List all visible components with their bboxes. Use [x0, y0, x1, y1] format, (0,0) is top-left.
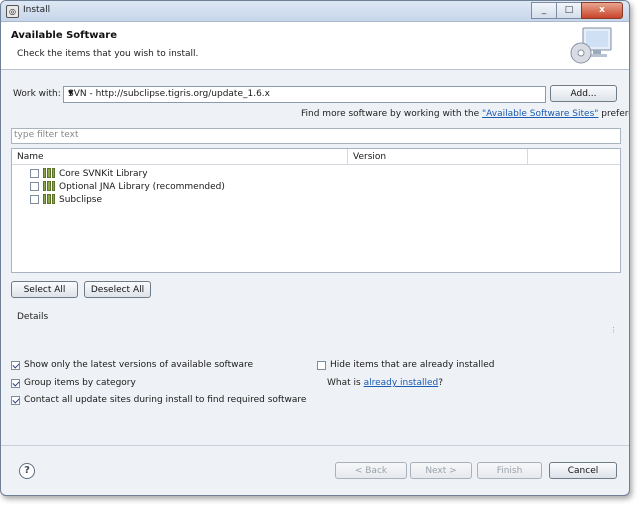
already-installed-link[interactable]: already installed — [364, 378, 439, 388]
add-site-button[interactable]: Add... — [550, 85, 617, 102]
minimize-button[interactable]: _ — [531, 2, 557, 19]
tree-item-label: Subclipse — [59, 194, 103, 205]
back-button[interactable]: < Back — [335, 462, 407, 479]
latest-only-checkbox[interactable] — [11, 360, 20, 370]
deselect-all-button[interactable]: Deselect All — [84, 281, 151, 298]
work-with-label: Work with: — [13, 89, 61, 99]
find-more-text: Find more software by working with the "… — [301, 109, 629, 119]
tree-item[interactable]: Optional JNA Library (recommended) — [30, 180, 225, 193]
work-with-combo[interactable]: SVN - http://subclipse.tigris.org/update… — [63, 86, 546, 103]
filter-input[interactable]: type filter text — [11, 128, 621, 144]
wizard-header: Available Software Check the items that … — [1, 22, 629, 70]
package-icon — [43, 168, 55, 178]
hide-installed-label: Hide items that are already installed — [330, 360, 495, 370]
latest-only-option[interactable]: Show only the latest versions of availab… — [11, 360, 253, 370]
install-window: ◎ Install _ □ x Available Software Check… — [0, 0, 630, 496]
group-by-category-option[interactable]: Group items by category — [11, 378, 136, 388]
maximize-button[interactable]: □ — [556, 2, 582, 19]
what-is-installed: What is already installed? — [327, 378, 443, 388]
available-software-sites-link[interactable]: "Available Software Sites" — [482, 109, 598, 119]
details-label: Details — [17, 312, 49, 322]
next-button[interactable]: Next > — [410, 462, 472, 479]
cancel-button[interactable]: Cancel — [549, 462, 617, 479]
hide-installed-checkbox[interactable] — [317, 360, 326, 370]
item-checkbox[interactable] — [30, 182, 39, 191]
what-is-prefix: What is — [327, 378, 364, 388]
find-more-prefix: Find more software by working with the — [301, 109, 483, 119]
package-icon — [43, 194, 55, 204]
tree-item-label: Core SVNKit Library — [59, 168, 148, 179]
title-bar: ◎ Install _ □ x — [1, 1, 629, 22]
what-is-suffix: ? — [438, 378, 444, 388]
filter-placeholder: type filter text — [14, 130, 79, 140]
hide-installed-option[interactable]: Hide items that are already installed — [317, 360, 494, 370]
tree-item[interactable]: Core SVNKit Library — [30, 167, 148, 180]
footer-divider — [1, 445, 629, 446]
window-controls: _ □ x — [531, 2, 623, 19]
column-name[interactable]: Name — [17, 152, 44, 162]
item-checkbox[interactable] — [30, 169, 39, 178]
window-title: Install — [23, 5, 51, 15]
computer-install-icon — [570, 27, 612, 64]
contact-sites-checkbox[interactable] — [11, 395, 20, 405]
page-subtitle: Check the items that you wish to install… — [17, 49, 199, 59]
latest-only-label: Show only the latest versions of availab… — [24, 360, 254, 370]
contact-sites-option[interactable]: Contact all update sites during install … — [11, 395, 306, 405]
details-area — [11, 306, 619, 352]
tree-item[interactable]: Subclipse — [30, 193, 102, 206]
tree-header: Name Version — [12, 149, 620, 165]
package-icon — [43, 181, 55, 191]
column-version[interactable]: Version — [353, 152, 386, 162]
chevron-down-icon[interactable]: ▼ — [68, 89, 542, 97]
group-by-category-label: Group items by category — [24, 378, 136, 388]
column-divider[interactable] — [347, 149, 348, 164]
item-checkbox[interactable] — [30, 195, 39, 204]
software-tree: Name Version Core SVNKit Library Optiona… — [11, 148, 621, 273]
eclipse-install-icon: ◎ — [6, 5, 19, 18]
page-title: Available Software — [11, 30, 118, 41]
contact-sites-label: Contact all update sites during install … — [24, 395, 307, 405]
close-button[interactable]: x — [581, 2, 623, 19]
column-divider[interactable] — [527, 149, 528, 164]
select-all-button[interactable]: Select All — [11, 281, 78, 298]
tree-item-label: Optional JNA Library (recommended) — [59, 181, 225, 192]
group-by-category-checkbox[interactable] — [11, 378, 20, 388]
help-icon[interactable]: ? — [19, 463, 35, 479]
finish-button[interactable]: Finish — [477, 462, 542, 479]
find-more-suffix: preferences. — [601, 109, 629, 119]
details-scroll-indicator[interactable]: ⋮ — [610, 326, 617, 334]
